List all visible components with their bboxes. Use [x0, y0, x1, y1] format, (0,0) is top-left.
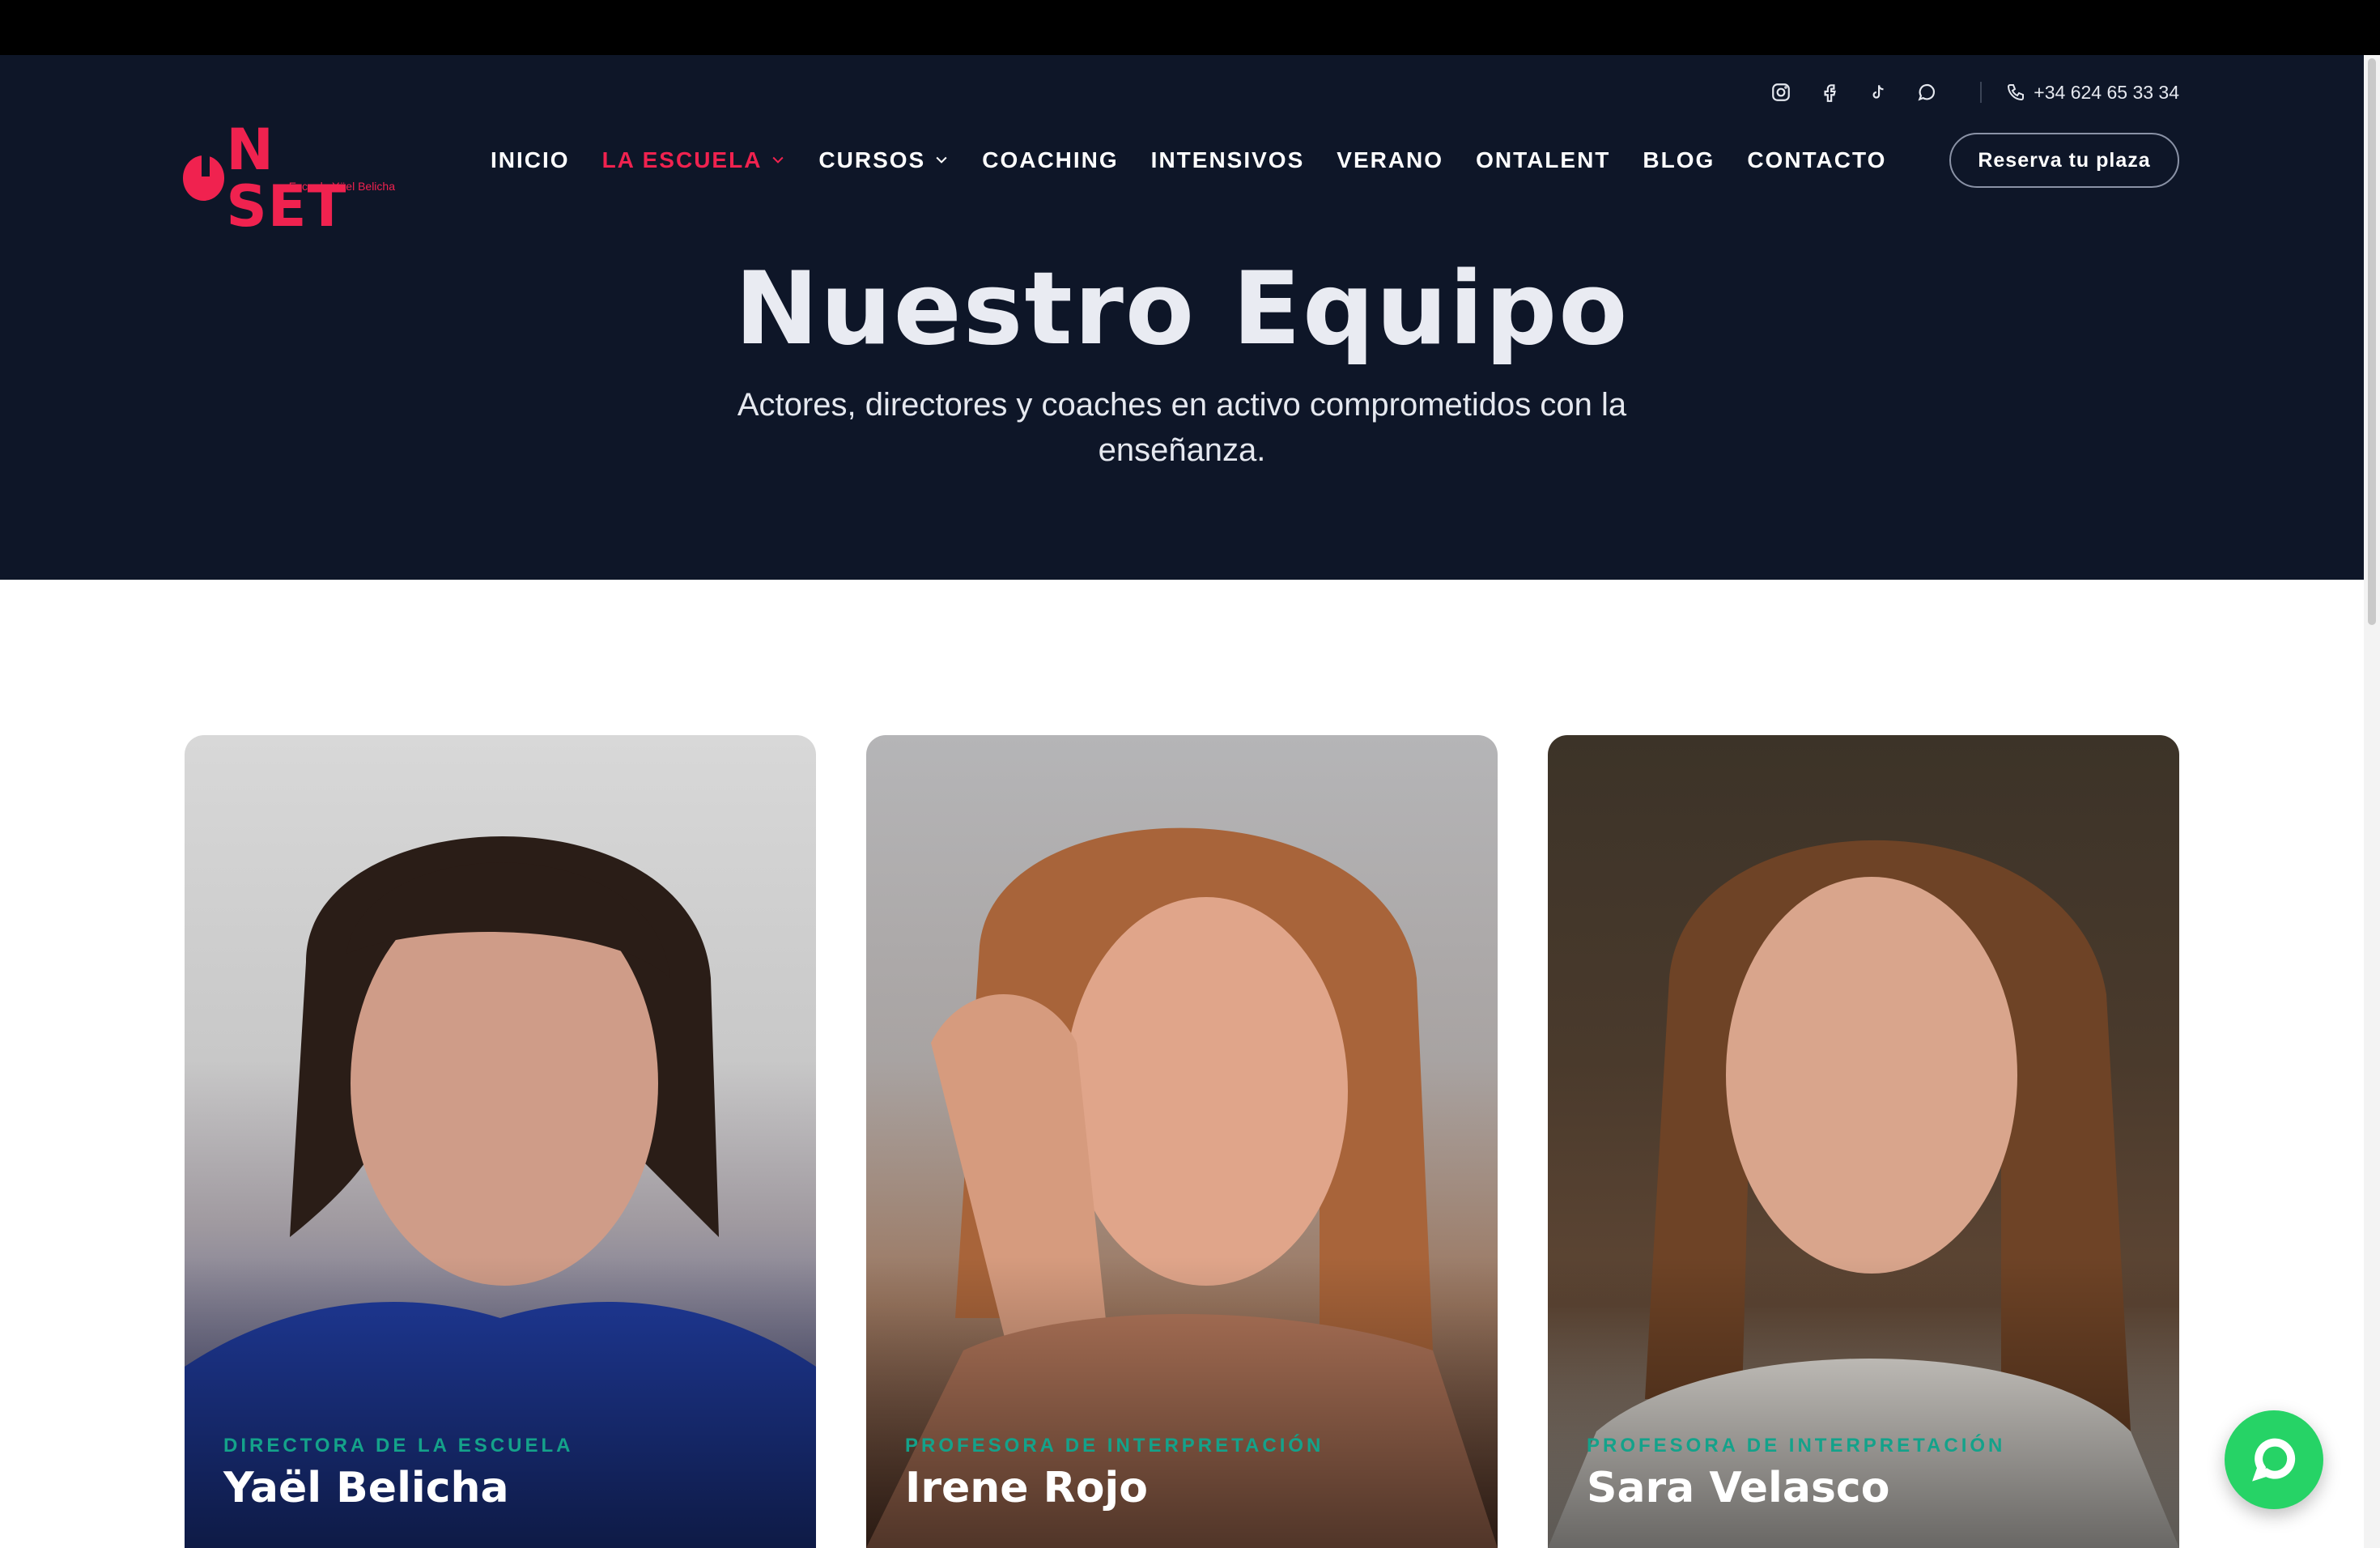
team-card[interactable]: DIRECTORA DE LA ESCUELA Yaël Belicha — [185, 735, 816, 1548]
site-logo[interactable]: N SET Escuela Yäel Belicha — [183, 121, 400, 235]
nav-label: BLOG — [1643, 147, 1715, 172]
nav-contacto[interactable]: CONTACTO — [1747, 147, 1886, 173]
team-name: Yaël Belicha — [223, 1464, 509, 1512]
whatsapp-icon[interactable] — [1902, 78, 1951, 107]
team-role: PROFESORA DE INTERPRETACIÓN — [905, 1435, 1324, 1457]
reserve-button[interactable]: Reserva tu plaza — [1949, 133, 2179, 188]
nav-label: ONTALENT — [1476, 147, 1611, 172]
chevron-down-icon — [770, 147, 786, 173]
page-scrollbar[interactable] — [2364, 55, 2380, 1548]
nav-label: INICIO — [491, 147, 570, 172]
nav-label: INTENSIVOS — [1150, 147, 1305, 172]
phone-link[interactable]: +34 624 65 33 34 — [2006, 82, 2179, 104]
nav-label: VERANO — [1337, 147, 1444, 172]
chat-button[interactable] — [2225, 1410, 2323, 1509]
nav-label: COACHING — [982, 147, 1119, 172]
team-name: Sara Velasco — [1587, 1464, 1890, 1512]
logo-wordmark: N SET — [183, 121, 400, 235]
nav-intensivos[interactable]: INTENSIVOS — [1151, 147, 1305, 173]
team-card[interactable]: PROFESORA DE INTERPRETACIÓN Sara Velasco — [1548, 735, 2179, 1548]
team-role: DIRECTORA DE LA ESCUELA — [223, 1435, 574, 1457]
instagram-icon[interactable] — [1757, 78, 1805, 107]
nav-inicio[interactable]: INICIO — [491, 147, 570, 173]
tiktok-icon[interactable] — [1854, 78, 1902, 107]
utility-divider — [1980, 82, 1983, 103]
nav-ontalent[interactable]: ONTALENT — [1476, 147, 1610, 173]
logo-text-rest: N SET — [226, 117, 347, 240]
nav-label: CONTACTO — [1747, 147, 1887, 172]
chat-bubble-icon — [2252, 1438, 2296, 1482]
nav-verano[interactable]: VERANO — [1337, 147, 1443, 173]
main-nav: INICIO LA ESCUELA CURSOS COACHING INTENS… — [491, 144, 1919, 176]
phone-number: +34 624 65 33 34 — [2034, 81, 2179, 103]
page-title: Nuestro Equipo — [734, 251, 1630, 368]
team-name: Irene Rojo — [905, 1464, 1148, 1512]
nav-coaching[interactable]: COACHING — [982, 147, 1118, 173]
utility-bar: +34 624 65 33 34 — [1757, 78, 2179, 107]
nav-label: CURSOS — [818, 147, 926, 172]
facebook-icon[interactable] — [1805, 78, 1854, 107]
nav-blog[interactable]: BLOG — [1643, 147, 1715, 173]
page-subtitle: Actores, directores y coaches en activo … — [737, 387, 1627, 468]
nav-la-escuela[interactable]: LA ESCUELA — [602, 147, 787, 173]
browser-top-bar — [0, 0, 2380, 55]
scrollbar-thumb[interactable] — [2368, 58, 2376, 625]
team-role: PROFESORA DE INTERPRETACIÓN — [1587, 1435, 2006, 1457]
team-card[interactable]: PROFESORA DE INTERPRETACIÓN Irene Rojo — [866, 735, 1498, 1548]
nav-cursos[interactable]: CURSOS — [818, 147, 950, 173]
nav-label: LA ESCUELA — [601, 147, 763, 172]
logo-subtitle: Escuela Yäel Belicha — [288, 180, 395, 193]
logo-power-mark — [183, 152, 225, 201]
phone-icon — [2008, 84, 2025, 101]
chevron-down-icon — [933, 147, 950, 173]
